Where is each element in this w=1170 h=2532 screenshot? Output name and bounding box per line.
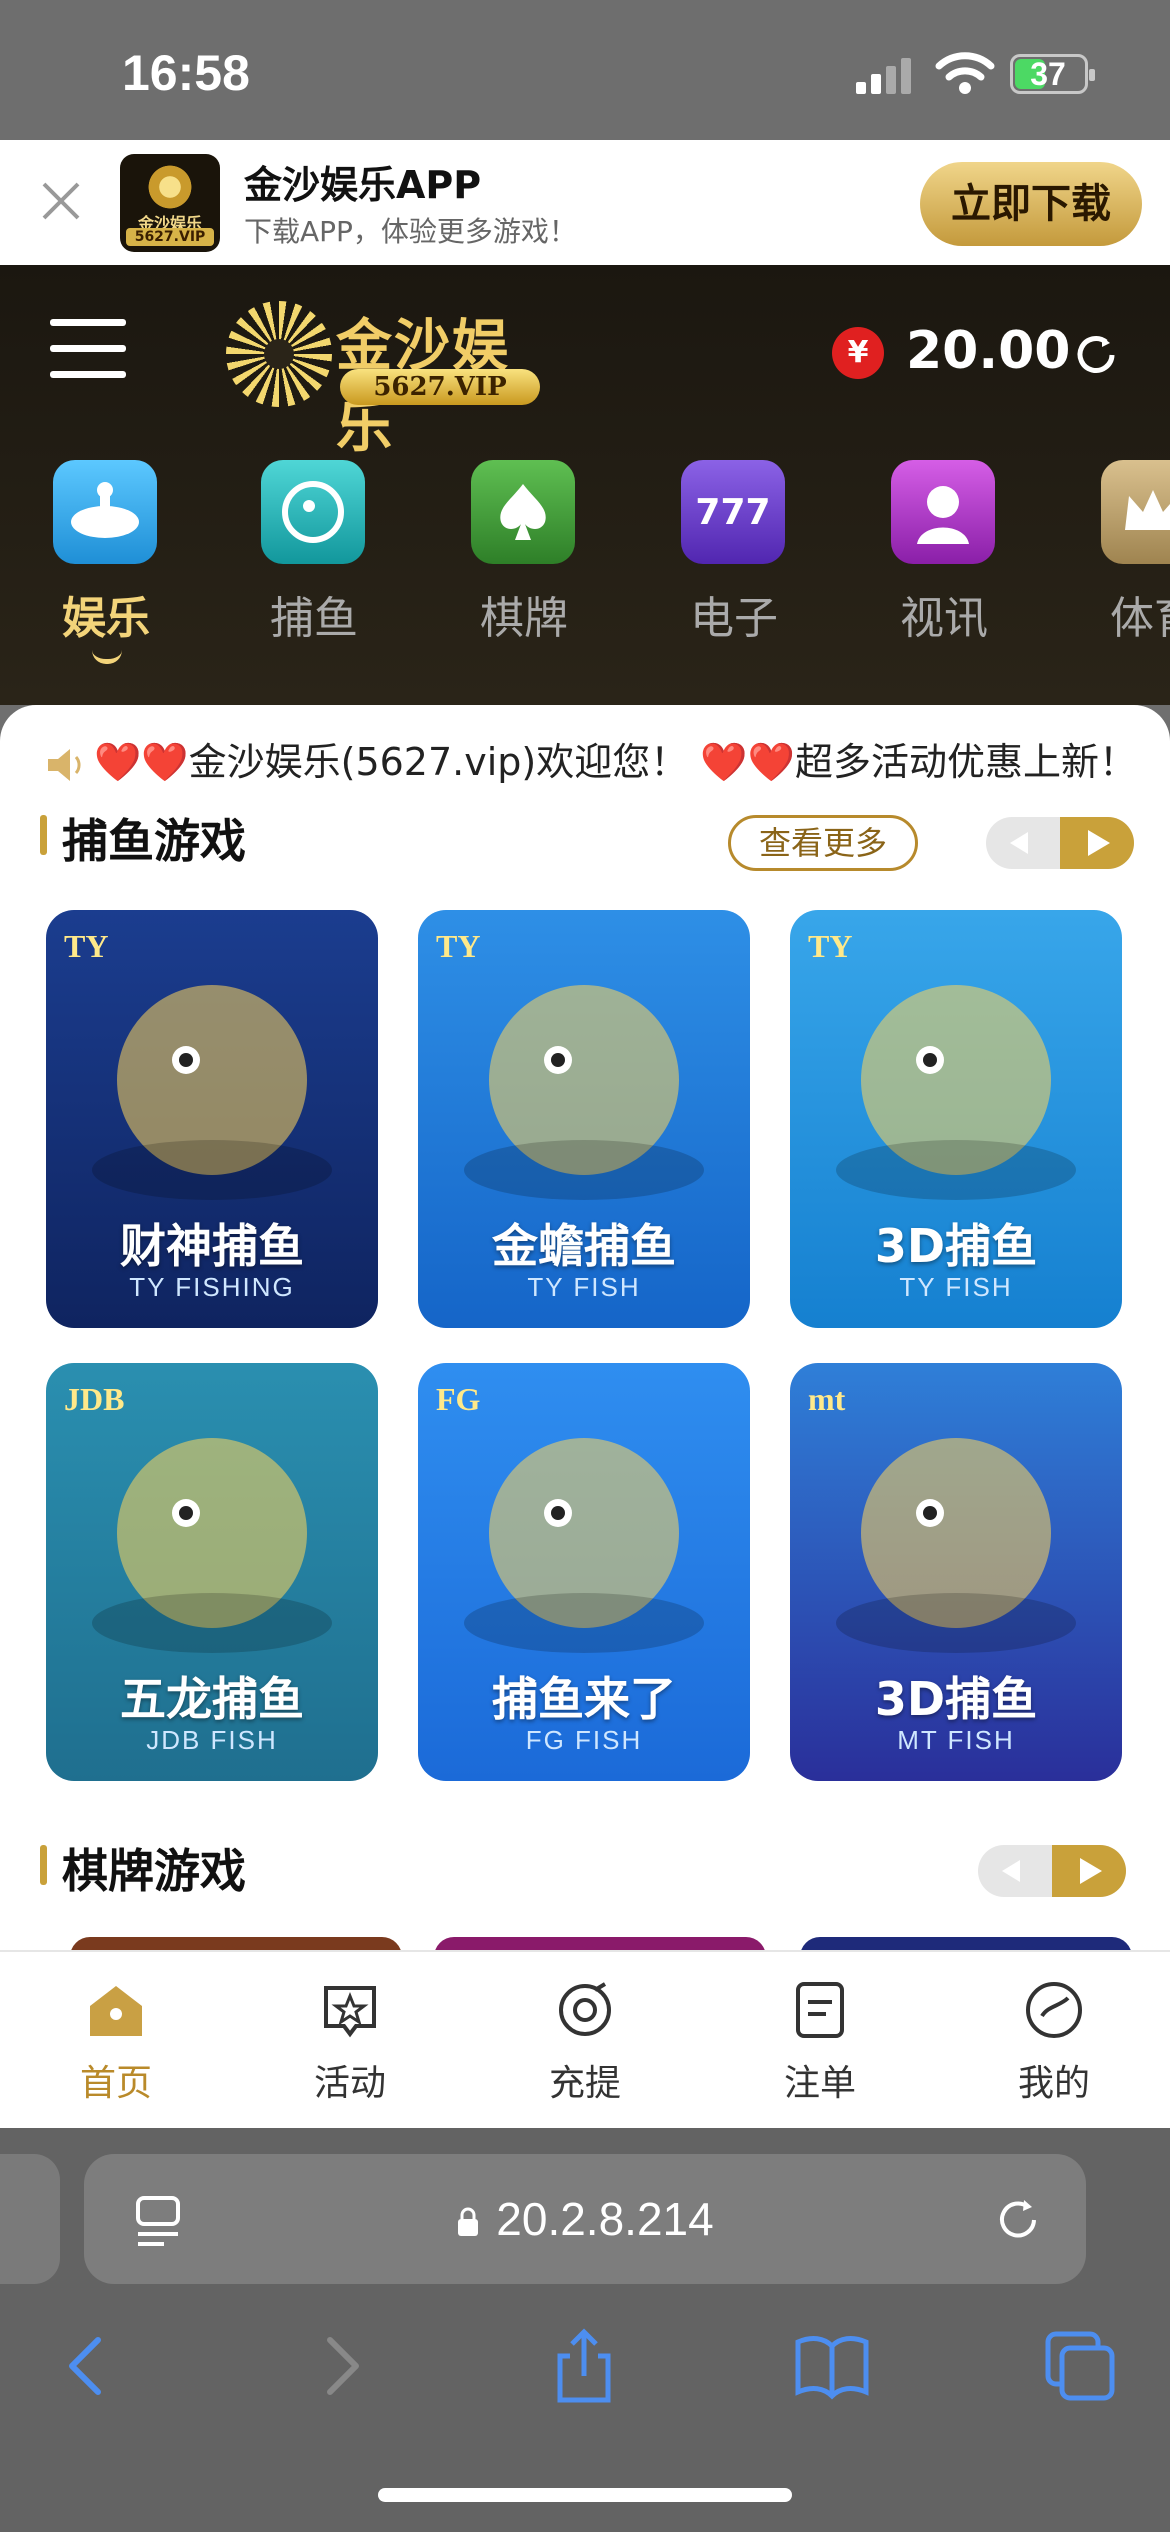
game-provider-label: JDB FISH	[146, 1725, 278, 1755]
profile-icon	[1026, 1982, 1082, 2038]
card-section-title: 棋牌游戏	[40, 1835, 246, 1901]
balance-amount: 20.00	[906, 321, 1071, 381]
tab-promotions[interactable]: 活动	[270, 1976, 430, 2116]
game-card[interactable]: TY 财神捕鱼 TY FISHING	[46, 910, 378, 1328]
provider-badge: mt	[808, 1381, 846, 1417]
slot-777-icon: 777	[681, 460, 785, 564]
wifi-icon	[935, 52, 995, 94]
chevron-left-icon	[1010, 832, 1028, 854]
next-page-button[interactable]	[1060, 817, 1134, 869]
announcement-marquee: ❤️❤️金沙娱乐(5627.vip)欢迎您！ ❤️❤️超多活动优惠上新！	[44, 731, 1144, 791]
fishing-section-title: 捕鱼游戏	[40, 805, 246, 871]
battery-icon: 37	[1010, 54, 1095, 94]
hamburger-menu-icon[interactable]	[50, 315, 126, 381]
category-entertainment[interactable]: 娱乐	[26, 450, 186, 680]
lock-icon	[458, 2207, 479, 2236]
game-provider-label: MT FISH	[897, 1725, 1015, 1755]
provider-badge: TY	[808, 928, 853, 964]
provider-badge: JDB	[64, 1381, 125, 1417]
game-name: 捕鱼来了	[492, 1672, 676, 1726]
forward-icon[interactable]	[300, 2326, 380, 2406]
game-name: 3D捕鱼	[874, 1219, 1038, 1273]
deposit-withdraw-icon	[559, 1982, 611, 2036]
fishing-pager	[986, 817, 1134, 869]
previous-tab-preview[interactable]	[0, 2154, 60, 2284]
home-indicator	[378, 2488, 792, 2502]
promotions-star-icon	[324, 1986, 376, 2038]
chevron-right-icon	[1080, 1858, 1102, 1884]
chevron-left-icon	[1002, 1860, 1020, 1882]
address-bar[interactable]: 20.2.8.214	[84, 2154, 1086, 2284]
browser-toolbar: 20.2.8.214	[0, 2128, 1170, 2532]
main-content: ❤️❤️金沙娱乐(5627.vip)欢迎您！ ❤️❤️超多活动优惠上新！ 捕鱼游…	[0, 705, 1170, 1955]
category-slots[interactable]: 777 电子	[654, 450, 814, 680]
game-card[interactable]: TY 3D捕鱼 TY FISH	[790, 910, 1122, 1328]
game-card[interactable]: JDB 五龙捕鱼 JDB FISH	[46, 1363, 378, 1781]
roulette-icon	[53, 460, 157, 564]
spade-icon	[471, 460, 575, 564]
bookmarks-icon[interactable]	[792, 2326, 872, 2406]
prev-page-button[interactable]	[986, 817, 1060, 869]
battery-percent: 37	[1030, 56, 1066, 92]
banner-subtitle: 下载APP，体验更多游戏！	[244, 215, 577, 248]
back-icon[interactable]	[48, 2326, 128, 2406]
bottom-tab-bar: 首页 活动 充提 注单 我的	[0, 1950, 1170, 2128]
game-name: 金蟾捕鱼	[492, 1219, 676, 1273]
app-download-banner: 金沙娱乐 5627.VIP 金沙娱乐APP 下载APP，体验更多游戏！ 立即下载	[0, 140, 1170, 265]
game-provider-label: TY FISHING	[129, 1272, 295, 1302]
game-provider-label: FG FISH	[525, 1725, 643, 1755]
cellular-signal-icon	[856, 58, 911, 94]
provider-badge: FG	[436, 1381, 481, 1417]
url-text: 20.2.8.214	[496, 2193, 714, 2245]
yen-icon: ¥	[832, 327, 884, 379]
category-fishing[interactable]: 捕鱼	[234, 450, 394, 680]
tab-deposit-withdraw[interactable]: 充提	[505, 1976, 665, 2116]
game-provider-label: TY FISH	[899, 1272, 1013, 1302]
svg-text:777: 777	[695, 492, 770, 533]
home-icon	[90, 1986, 142, 2036]
category-live[interactable]: 视讯	[864, 450, 1024, 680]
view-more-button[interactable]: 查看更多	[728, 815, 918, 871]
download-button[interactable]: 立即下载	[920, 162, 1142, 246]
chevron-right-icon	[1088, 830, 1110, 856]
banner-title: 金沙娱乐APP	[244, 163, 482, 207]
status-bar: 16:58 37	[0, 0, 1170, 140]
status-time: 16:58	[122, 45, 250, 101]
brand-logo: 金沙娱乐 5627.VIP	[226, 295, 546, 460]
game-name: 财神捕鱼	[120, 1219, 304, 1273]
prev-page-button[interactable]	[978, 1845, 1052, 1897]
app-logo: 金沙娱乐 5627.VIP	[120, 154, 220, 252]
category-nav: 娱乐 捕鱼 棋牌 777 电子 视讯 体	[0, 450, 1170, 700]
category-cards[interactable]: 棋牌	[444, 450, 604, 680]
tab-bet-records[interactable]: 注单	[740, 1976, 900, 2116]
bet-record-icon	[796, 1982, 844, 2038]
tab-home[interactable]: 首页	[36, 1976, 196, 2116]
card-pager	[978, 1845, 1126, 1897]
share-icon[interactable]	[544, 2326, 624, 2406]
category-sports[interactable]: 体育	[1074, 450, 1170, 680]
game-card[interactable]: mt 3D捕鱼 MT FISH	[790, 1363, 1122, 1781]
provider-badge: TY	[436, 928, 481, 964]
next-page-button[interactable]	[1052, 1845, 1126, 1897]
announcement-text: ❤️❤️金沙娱乐(5627.vip)欢迎您！ ❤️❤️超多活动优惠上新！	[94, 740, 1137, 784]
game-name: 3D捕鱼	[874, 1672, 1038, 1726]
refresh-balance-icon[interactable]	[1072, 331, 1120, 379]
close-icon[interactable]	[36, 176, 86, 226]
fish-icon	[261, 460, 365, 564]
tabs-icon[interactable]	[1040, 2326, 1120, 2406]
game-card[interactable]: TY 金蟾捕鱼 TY FISH	[418, 910, 750, 1328]
wallet-balance: ¥ 20.00	[832, 321, 1132, 381]
crown-icon	[1101, 460, 1170, 564]
tab-profile[interactable]: 我的	[974, 1976, 1134, 2116]
live-dealer-icon	[891, 460, 995, 564]
game-provider-label: TY FISH	[527, 1272, 641, 1302]
speaker-icon	[48, 748, 81, 781]
provider-badge: TY	[64, 928, 109, 964]
game-name: 五龙捕鱼	[120, 1672, 304, 1726]
site-header: 金沙娱乐 5627.VIP ¥ 20.00 娱乐 捕鱼 棋牌 777 电子 视讯…	[0, 265, 1170, 705]
reload-icon[interactable]	[992, 2194, 1044, 2246]
game-card[interactable]: FG 捕鱼来了 FG FISH	[418, 1363, 750, 1781]
